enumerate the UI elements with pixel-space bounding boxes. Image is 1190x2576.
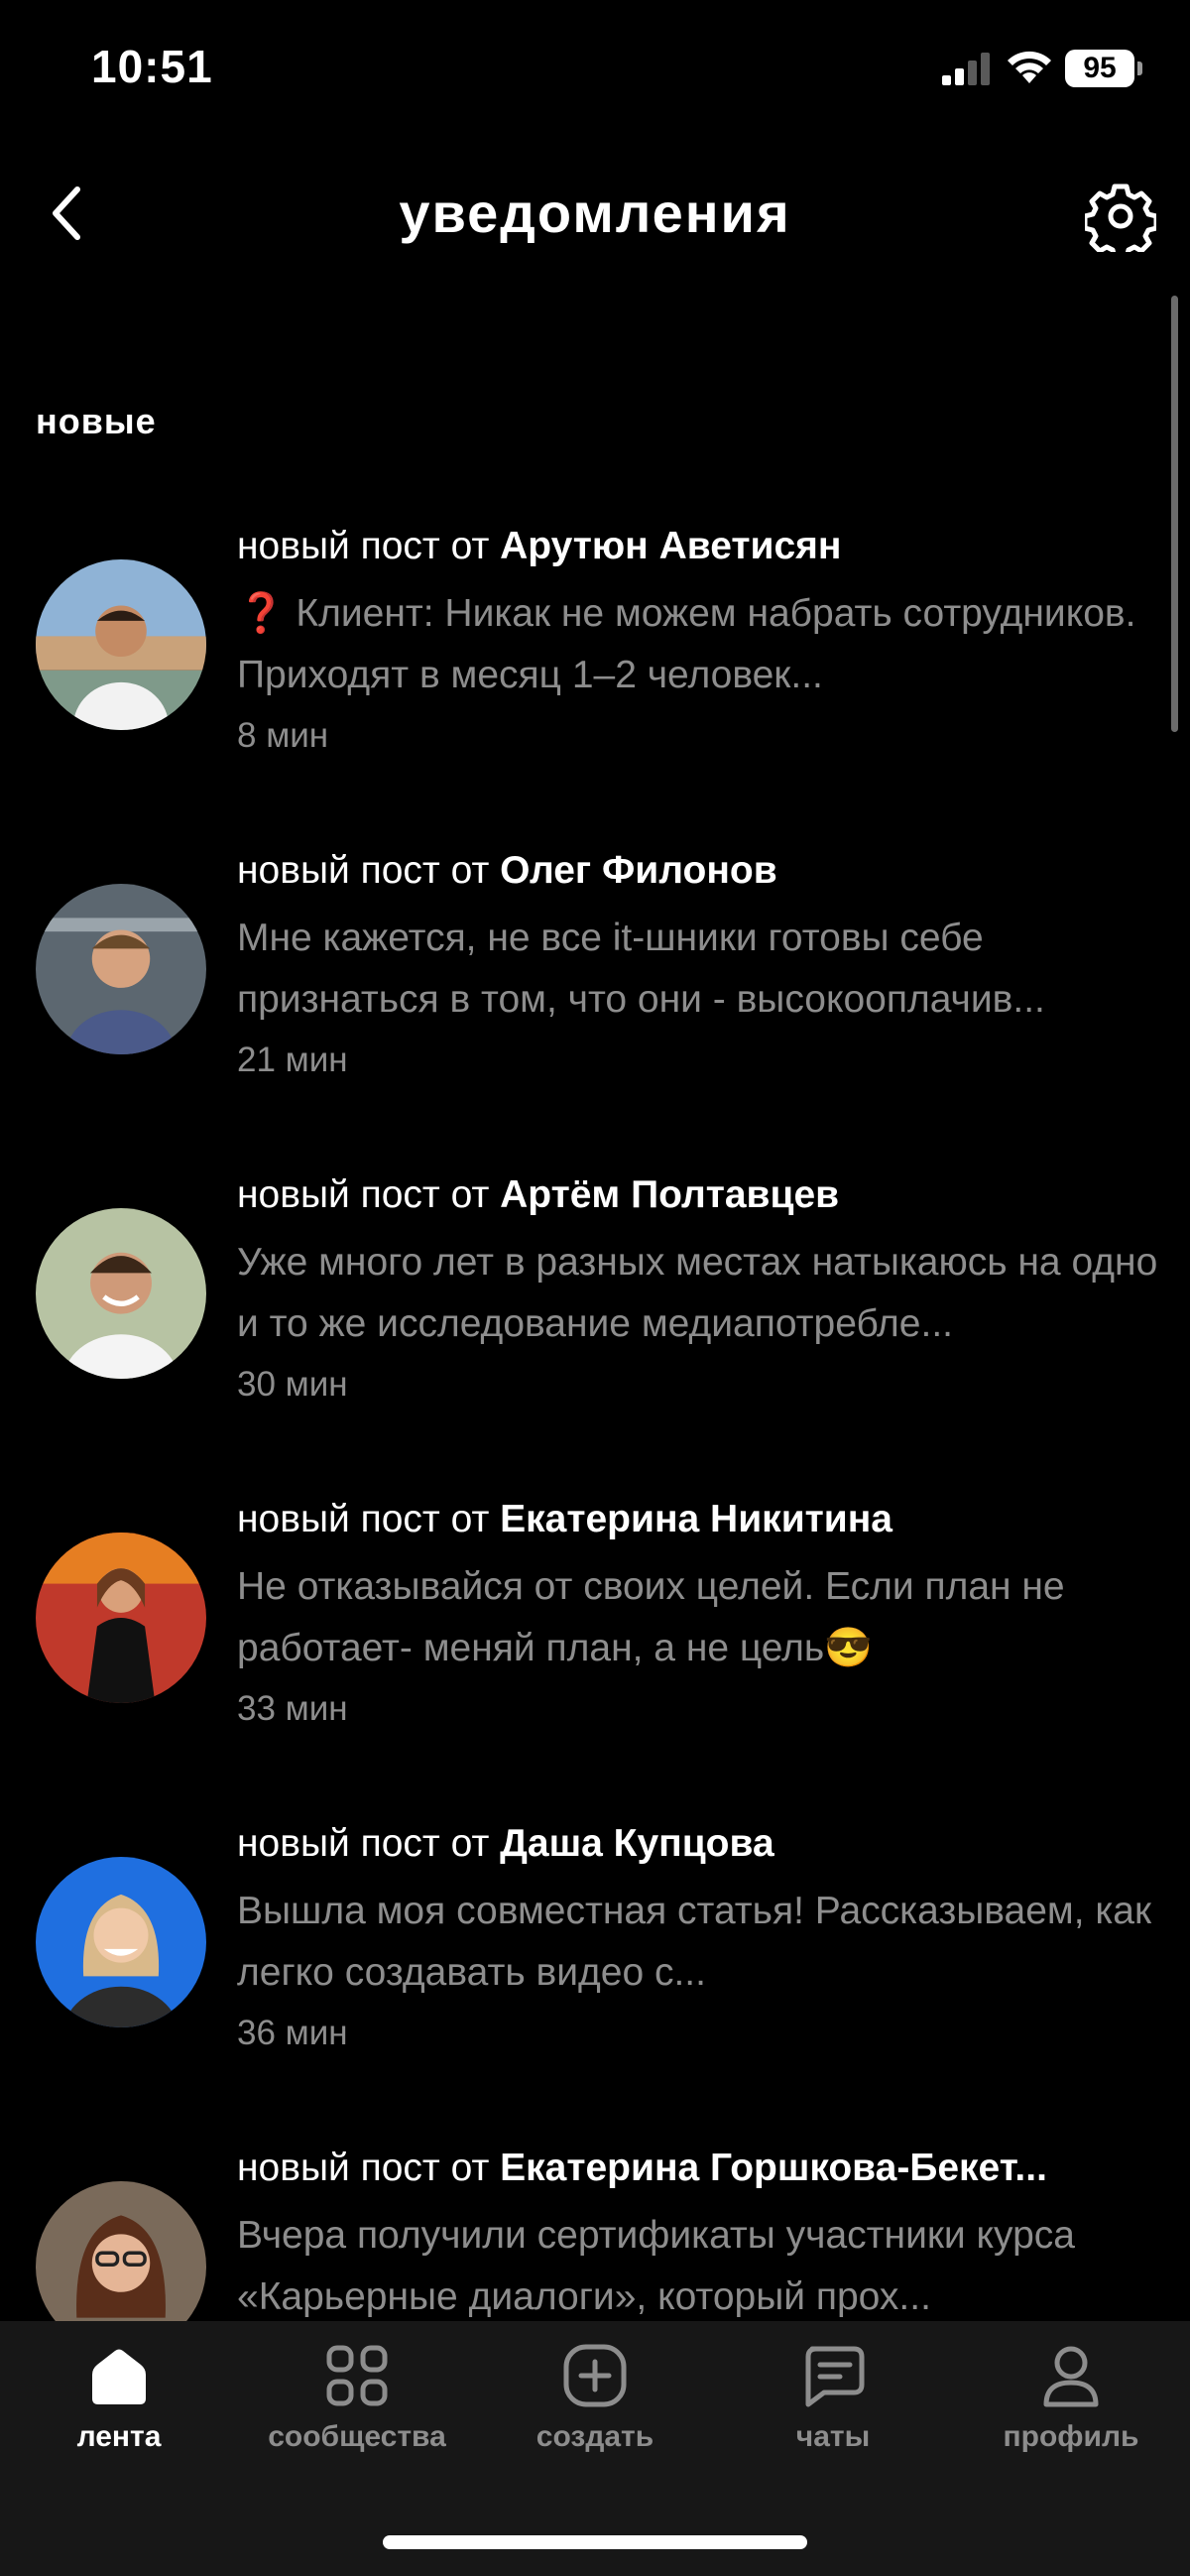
notification-item[interactable]: новый пост от Олег Филонов Мне кажется, … bbox=[0, 820, 1190, 1145]
tab-chats[interactable]: чаты bbox=[714, 2341, 952, 2510]
header: уведомления bbox=[0, 149, 1190, 278]
notification-preview: ❓ Клиент: Никак не можем набрать сотрудн… bbox=[237, 583, 1159, 706]
notification-title: новый пост от Даша Купцова bbox=[237, 1817, 1159, 1871]
tab-communities[interactable]: сообщества bbox=[238, 2341, 476, 2510]
battery-tip bbox=[1137, 61, 1142, 75]
notification-item[interactable]: новый пост от Артём Полтавцев Уже много … bbox=[0, 1145, 1190, 1469]
page-title: уведомления bbox=[399, 182, 791, 244]
notification-title: новый пост от Арутюн Аветисян bbox=[237, 520, 1159, 573]
question-mark-emoji-icon: ❓ bbox=[237, 592, 286, 635]
wifi-icon bbox=[1008, 51, 1051, 83]
notification-item[interactable]: новый пост от Екатерина Никитина Не отка… bbox=[0, 1469, 1190, 1793]
notification-time: 21 мин bbox=[237, 1041, 348, 1079]
tab-label: лента bbox=[76, 2420, 162, 2453]
notification-time: 8 мин bbox=[237, 716, 329, 755]
author-name[interactable]: Артём Полтавцев bbox=[500, 1173, 839, 1216]
tab-label: профиль bbox=[1003, 2420, 1139, 2453]
title-prefix: новый пост от bbox=[237, 525, 501, 567]
tab-create[interactable]: создать bbox=[476, 2341, 714, 2510]
notification-time: 36 мин bbox=[237, 2014, 348, 2052]
notification-title: новый пост от Артём Полтавцев bbox=[237, 1168, 1159, 1222]
tab-label: сообщества bbox=[268, 2420, 446, 2453]
preview-text: Мне кажется, не все it-шники готовы себе… bbox=[237, 917, 1045, 1021]
title-prefix: новый пост от bbox=[237, 1173, 501, 1216]
section-label-new: новые bbox=[36, 401, 157, 441]
tab-profile[interactable]: профиль bbox=[952, 2341, 1190, 2510]
settings-button[interactable] bbox=[1081, 177, 1160, 256]
chat-bubble-icon bbox=[805, 2346, 865, 2407]
home-icon bbox=[92, 2349, 146, 2404]
notification-time: 30 мин bbox=[237, 1365, 348, 1404]
avatar[interactable] bbox=[36, 884, 206, 1054]
tab-label: чаты bbox=[795, 2420, 871, 2453]
gear-icon bbox=[1085, 184, 1156, 252]
notification-title: новый пост от Екатерина Горшкова-Бекет..… bbox=[237, 2142, 1159, 2195]
battery-indicator: 95 bbox=[1065, 50, 1134, 87]
author-name[interactable]: Даша Купцова bbox=[500, 1822, 774, 1865]
author-name[interactable]: Олег Филонов bbox=[500, 849, 777, 892]
plus-square-icon bbox=[563, 2344, 627, 2407]
avatar[interactable] bbox=[36, 2181, 206, 2321]
preview-text: Вчера получили сертификаты участники кур… bbox=[237, 2214, 1075, 2318]
preview-text: Клиент: Никак не можем набрать сотрудник… bbox=[237, 592, 1136, 696]
title-prefix: новый пост от bbox=[237, 2147, 501, 2189]
tab-feed[interactable]: лента bbox=[0, 2341, 238, 2510]
notification-item[interactable]: новый пост от Арутюн Аветисян ❓ Клиент: … bbox=[0, 496, 1190, 820]
preview-text: Уже много лет в разных местах натыкаюсь … bbox=[237, 1241, 1158, 1345]
notification-time: 33 мин bbox=[237, 1689, 348, 1728]
author-name[interactable]: Арутюн Аветисян bbox=[500, 525, 841, 567]
status-bar: 10:51 95 bbox=[0, 0, 1190, 139]
avatar[interactable] bbox=[36, 559, 206, 730]
avatar[interactable] bbox=[36, 1208, 206, 1379]
preview-text: Не отказывайся от своих целей. Если план… bbox=[237, 1565, 1065, 1669]
notification-title: новый пост от Олег Филонов bbox=[237, 844, 1159, 898]
notification-title: новый пост от Екатерина Никитина bbox=[237, 1493, 1159, 1546]
avatar[interactable] bbox=[36, 1857, 206, 2027]
author-name[interactable]: Екатерина Никитина bbox=[500, 1498, 892, 1540]
notification-item[interactable]: новый пост от Екатерина Горшкова-Бекет..… bbox=[0, 2118, 1190, 2321]
avatar[interactable] bbox=[36, 1533, 206, 1703]
title-prefix: новый пост от bbox=[237, 1822, 501, 1865]
title-prefix: новый пост от bbox=[237, 1498, 501, 1540]
status-time: 10:51 bbox=[91, 41, 213, 92]
author-name[interactable]: Екатерина Горшкова-Бекет... bbox=[500, 2147, 1047, 2189]
home-indicator[interactable] bbox=[383, 2535, 807, 2549]
notification-list: новый пост от Арутюн Аветисян ❓ Клиент: … bbox=[0, 496, 1190, 2321]
communities-grid-icon bbox=[326, 2345, 388, 2406]
profile-icon bbox=[1043, 2346, 1099, 2407]
cellular-signal-icon bbox=[942, 53, 990, 85]
notification-item[interactable]: новый пост от Даша Купцова Вышла моя сов… bbox=[0, 1793, 1190, 2118]
preview-text: Вышла моя совместная статья! Рассказывае… bbox=[237, 1890, 1152, 1994]
tab-label: создать bbox=[536, 2420, 654, 2453]
title-prefix: новый пост от bbox=[237, 849, 501, 892]
